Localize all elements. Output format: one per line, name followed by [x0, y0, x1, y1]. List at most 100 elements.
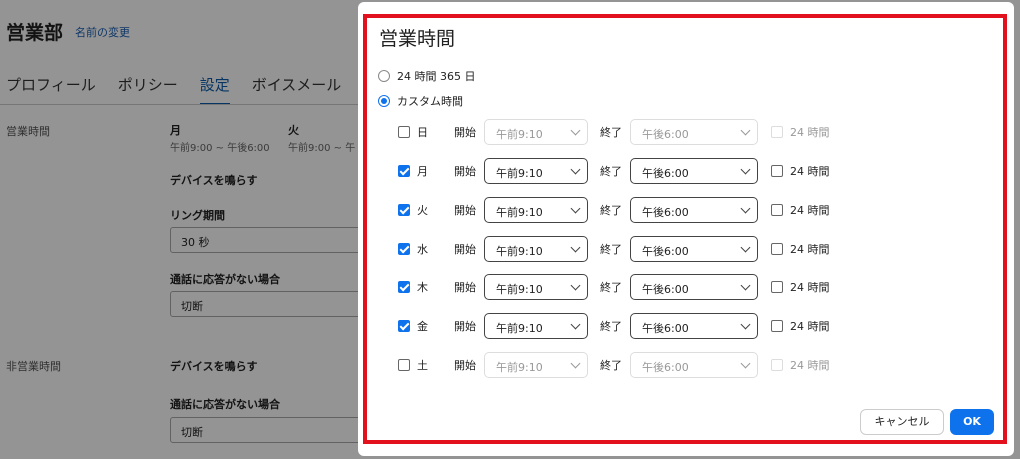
- chevron-down-icon: [570, 242, 581, 253]
- day-checkbox-tue[interactable]: [398, 204, 410, 216]
- day-checkbox-fri[interactable]: [398, 320, 410, 332]
- day-row-tue: 火 開始 午前9:10 終了 午後6:00 24 時間: [398, 197, 838, 223]
- start-label: 開始: [454, 165, 476, 178]
- day-label: 月: [417, 165, 428, 178]
- start-label: 開始: [454, 204, 476, 217]
- end-time-select[interactable]: 午後6:00: [630, 236, 758, 262]
- all-day-checkbox[interactable]: [771, 126, 783, 138]
- day-label: 火: [417, 204, 428, 217]
- start-label: 開始: [454, 359, 476, 372]
- cancel-button[interactable]: キャンセル: [860, 409, 944, 435]
- day-checkbox-sat[interactable]: [398, 359, 410, 371]
- day-label: 水: [417, 243, 428, 256]
- option-24-365[interactable]: 24 時間 365 日: [378, 68, 475, 84]
- start-time-select[interactable]: 午前9:10: [484, 236, 588, 262]
- all-day-label: 24 時間: [790, 165, 830, 178]
- all-day-checkbox[interactable]: [771, 359, 783, 371]
- start-time-select[interactable]: 午前9:10: [484, 158, 588, 184]
- dialog-title: 営業時間: [379, 28, 456, 50]
- start-label: 開始: [454, 243, 476, 256]
- day-row-sat: 土 開始 午前9:10 終了 午後6:00 24 時間: [398, 352, 838, 378]
- end-time-select[interactable]: 午後6:00: [630, 197, 758, 223]
- all-day-label: 24 時間: [790, 204, 830, 217]
- end-label: 終了: [600, 204, 622, 217]
- option-custom-label: カスタム時間: [397, 95, 463, 108]
- option-24-365-label: 24 時間 365 日: [397, 70, 476, 83]
- chevron-down-icon: [570, 203, 581, 214]
- chevron-down-icon: [740, 242, 751, 253]
- all-day-checkbox[interactable]: [771, 281, 783, 293]
- all-day-checkbox[interactable]: [771, 165, 783, 177]
- end-time-select[interactable]: 午後6:00: [630, 274, 758, 300]
- end-label: 終了: [600, 243, 622, 256]
- end-label: 終了: [600, 359, 622, 372]
- start-time-select[interactable]: 午前9:10: [484, 274, 588, 300]
- chevron-down-icon: [570, 164, 581, 175]
- end-time-value: 午後6:00: [642, 283, 689, 296]
- radio-custom[interactable]: [378, 95, 390, 107]
- end-time-value: 午後6:00: [642, 361, 689, 374]
- all-day-checkbox[interactable]: [771, 243, 783, 255]
- start-label: 開始: [454, 320, 476, 333]
- day-row-fri: 金 開始 午前9:10 終了 午後6:00 24 時間: [398, 313, 838, 339]
- start-time-value: 午前9:10: [496, 322, 543, 335]
- start-time-value: 午前9:10: [496, 245, 543, 258]
- day-row-sun: 日 開始 午前9:10 終了 午後6:00 24 時間: [398, 119, 838, 145]
- chevron-down-icon: [740, 125, 751, 136]
- chevron-down-icon: [740, 358, 751, 369]
- start-time-value: 午前9:10: [496, 167, 543, 180]
- chevron-down-icon: [570, 358, 581, 369]
- chevron-down-icon: [740, 164, 751, 175]
- end-label: 終了: [600, 165, 622, 178]
- all-day-label: 24 時間: [790, 320, 830, 333]
- end-time-select[interactable]: 午後6:00: [630, 119, 758, 145]
- all-day-label: 24 時間: [790, 243, 830, 256]
- day-row-thu: 木 開始 午前9:10 終了 午後6:00 24 時間: [398, 274, 838, 300]
- chevron-down-icon: [740, 203, 751, 214]
- day-label: 木: [417, 281, 428, 294]
- day-checkbox-thu[interactable]: [398, 281, 410, 293]
- start-time-select[interactable]: 午前9:10: [484, 313, 588, 339]
- start-time-select[interactable]: 午前9:10: [484, 197, 588, 223]
- day-checkbox-mon[interactable]: [398, 165, 410, 177]
- start-time-value: 午前9:10: [496, 283, 543, 296]
- end-label: 終了: [600, 320, 622, 333]
- end-time-select[interactable]: 午後6:00: [630, 352, 758, 378]
- day-row-mon: 月 開始 午前9:10 終了 午後6:00 24 時間: [398, 158, 838, 184]
- chevron-down-icon: [570, 319, 581, 330]
- all-day-checkbox[interactable]: [771, 204, 783, 216]
- ok-button[interactable]: OK: [950, 409, 994, 435]
- end-time-value: 午後6:00: [642, 167, 689, 180]
- start-time-value: 午前9:10: [496, 206, 543, 219]
- end-label: 終了: [600, 281, 622, 294]
- start-time-value: 午前9:10: [496, 361, 543, 374]
- end-time-value: 午後6:00: [642, 206, 689, 219]
- day-checkbox-wed[interactable]: [398, 243, 410, 255]
- day-row-wed: 水 開始 午前9:10 終了 午後6:00 24 時間: [398, 236, 838, 262]
- chevron-down-icon: [740, 319, 751, 330]
- start-label: 開始: [454, 126, 476, 139]
- option-custom[interactable]: カスタム時間: [378, 93, 463, 109]
- radio-24-365[interactable]: [378, 70, 390, 82]
- end-time-select[interactable]: 午後6:00: [630, 313, 758, 339]
- end-label: 終了: [600, 126, 622, 139]
- day-label: 金: [417, 320, 428, 333]
- all-day-label: 24 時間: [790, 126, 830, 139]
- day-label: 土: [417, 359, 428, 372]
- chevron-down-icon: [740, 280, 751, 291]
- all-day-checkbox[interactable]: [771, 320, 783, 332]
- all-day-label: 24 時間: [790, 359, 830, 372]
- start-label: 開始: [454, 281, 476, 294]
- day-label: 日: [417, 126, 428, 139]
- end-time-select[interactable]: 午後6:00: [630, 158, 758, 184]
- all-day-label: 24 時間: [790, 281, 830, 294]
- chevron-down-icon: [570, 125, 581, 136]
- end-time-value: 午後6:00: [642, 322, 689, 335]
- start-time-select[interactable]: 午前9:10: [484, 352, 588, 378]
- end-time-value: 午後6:00: [642, 128, 689, 141]
- day-checkbox-sun[interactable]: [398, 126, 410, 138]
- chevron-down-icon: [570, 280, 581, 291]
- start-time-value: 午前9:10: [496, 128, 543, 141]
- start-time-select[interactable]: 午前9:10: [484, 119, 588, 145]
- end-time-value: 午後6:00: [642, 245, 689, 258]
